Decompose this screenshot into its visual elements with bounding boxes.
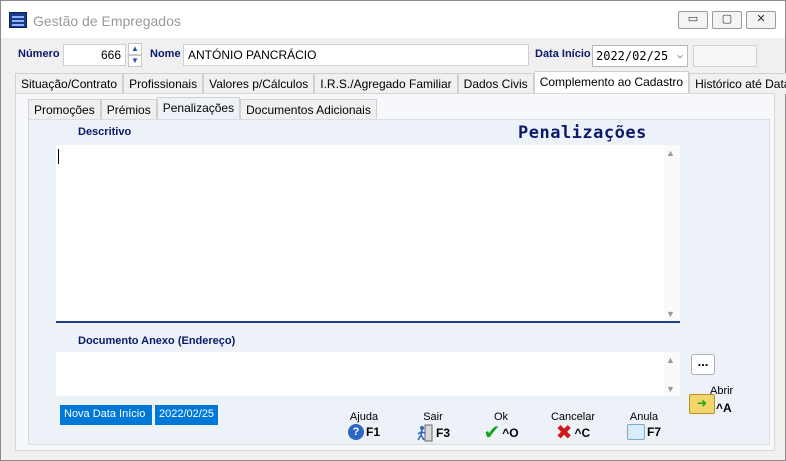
descritivo-scrollbar[interactable]: ▲ ▼ — [664, 145, 680, 321]
app-logo-icon — [9, 12, 27, 28]
exit-shortcut: F3 — [435, 426, 450, 440]
abrir-shortcut: ^A — [716, 401, 732, 415]
tab-documentos-adicionais[interactable]: Documentos Adicionais — [240, 99, 377, 120]
tab-irs-agregado[interactable]: I.R.S./Agregado Familiar — [314, 73, 458, 94]
employee-window: Gestão de Empregados ▭ ▢ ✕ Número 666 ▲ … — [0, 0, 786, 461]
annul-label: Anula — [629, 411, 659, 423]
tab-situacao-contrato[interactable]: Situação/Contrato — [15, 73, 124, 94]
tab-historico-data[interactable]: Histórico até Data — [689, 73, 786, 94]
help-shortcut: F1 — [365, 425, 380, 439]
tab-profissionais[interactable]: Profissionais — [123, 73, 204, 94]
exit-button[interactable]: Sair F3 — [403, 411, 463, 449]
abrir-button[interactable]: Abrir ➜ ^A — [687, 384, 737, 420]
anexo-scrollbar[interactable]: ▲ ▼ — [664, 352, 680, 396]
annul-icon — [626, 424, 645, 440]
data-inicio-select[interactable]: 2022/02/25 ⌵ — [592, 45, 688, 67]
nome-label: Nome — [150, 48, 181, 60]
tab-promocoes[interactable]: Promoções — [28, 99, 101, 120]
scroll-up-icon[interactable]: ▲ — [666, 148, 675, 158]
maximize-button[interactable]: ▢ — [712, 11, 742, 29]
tab-dados-civis[interactable]: Dados Civis — [457, 73, 534, 94]
scroll-up-icon[interactable]: ▲ — [666, 355, 675, 365]
annul-button[interactable]: Anula F7 — [614, 411, 674, 449]
chevron-down-icon: ⌵ — [676, 50, 683, 61]
cancel-button[interactable]: Cancelar ✖ ^C — [543, 411, 603, 449]
descritivo-label: Descritivo — [78, 126, 132, 138]
nova-data-value: 2022/02/25 — [155, 405, 218, 425]
numero-field[interactable]: 666 — [63, 44, 126, 66]
ok-button[interactable]: Ok ✔ ^O — [471, 411, 531, 449]
cancel-shortcut: ^C — [574, 426, 591, 440]
minimize-button[interactable]: ▭ — [678, 11, 708, 29]
open-folder-icon: ➜ — [689, 394, 715, 414]
nova-data-label: Nova Data Início — [60, 405, 152, 425]
close-button[interactable]: ✕ — [746, 11, 776, 29]
window-title: Gestão de Empregados — [33, 13, 181, 29]
extra-field[interactable] — [693, 45, 757, 67]
text-caret — [58, 149, 59, 164]
numero-spin-up[interactable]: ▲ — [128, 43, 142, 55]
numero-label: Número — [18, 48, 60, 60]
exit-label: Sair — [423, 411, 443, 423]
ok-label: Ok — [493, 411, 509, 423]
nome-field[interactable]: ANTÓNIO PANCRÁCIO — [183, 44, 529, 66]
scroll-down-icon[interactable]: ▼ — [666, 309, 675, 319]
ok-shortcut: ^O — [502, 426, 519, 440]
data-inicio-value: 2022/02/25 — [596, 49, 669, 63]
exit-icon — [417, 424, 433, 442]
help-icon: ? — [347, 424, 364, 440]
help-button[interactable]: Ajuda ? F1 — [334, 411, 394, 449]
anexo-label: Documento Anexo (Endereço) — [78, 335, 236, 347]
cancel-label: Cancelar — [550, 411, 596, 423]
tab-premios[interactable]: Prémios — [100, 99, 157, 120]
title-bar: Gestão de Empregados ▭ ▢ ✕ — [1, 1, 785, 38]
tab-penalizacoes[interactable]: Penalizações — [156, 97, 241, 120]
section-heading: Penalizações — [518, 123, 647, 143]
tab-complemento-cadastro[interactable]: Complemento ao Cadastro — [533, 71, 690, 94]
help-label: Ajuda — [349, 411, 379, 423]
browse-button[interactable]: ... — [691, 354, 715, 375]
anexo-field[interactable]: ▲ ▼ — [56, 352, 680, 396]
scroll-down-icon[interactable]: ▼ — [666, 384, 675, 394]
tab-valores-calculos[interactable]: Valores p/Cálculos — [203, 73, 315, 94]
checkmark-icon: ✔ — [483, 422, 501, 444]
cancel-x-icon: ✖ — [555, 422, 573, 444]
numero-spin-down[interactable]: ▼ — [128, 55, 142, 67]
descritivo-textarea[interactable]: ▲ ▼ — [56, 145, 680, 323]
annul-shortcut: F7 — [646, 425, 661, 439]
data-inicio-label: Data Início — [535, 48, 591, 60]
